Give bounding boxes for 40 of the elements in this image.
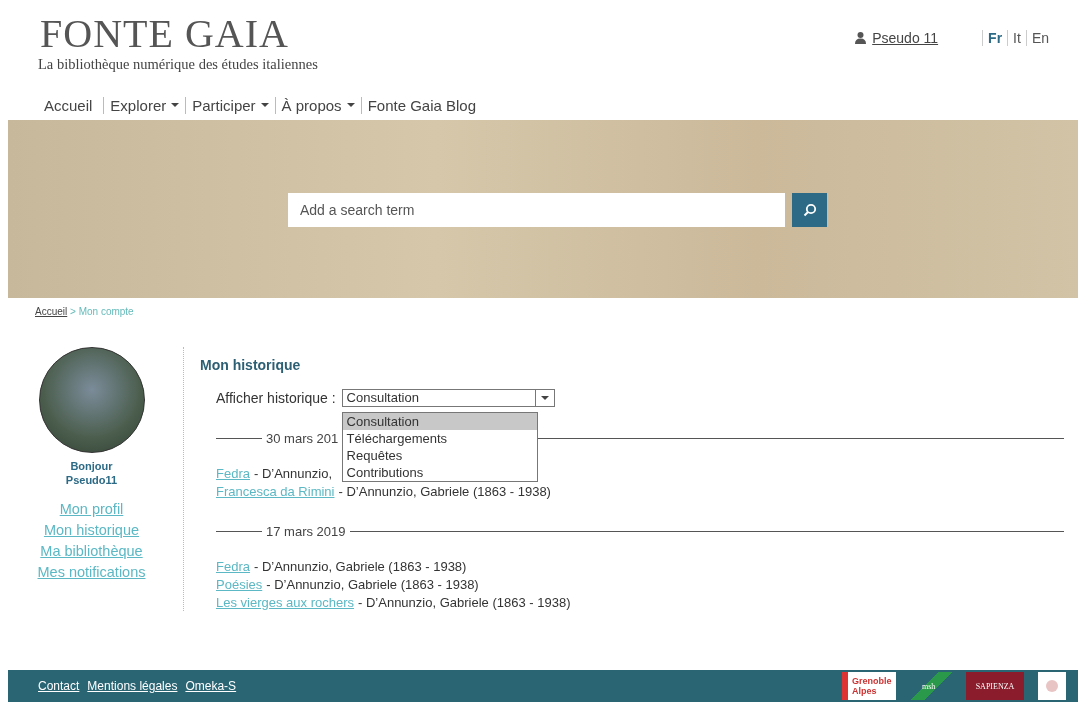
- msh-logo[interactable]: msh: [910, 672, 952, 700]
- university-logo[interactable]: SAPIENZA: [966, 672, 1024, 700]
- language-link[interactable]: Fr: [982, 30, 1008, 46]
- nav-item[interactable]: Participer: [185, 96, 275, 114]
- dropdown-option[interactable]: Requêtes: [342, 447, 537, 464]
- section-title: Mon historique: [200, 356, 302, 373]
- dropdown-option[interactable]: Consultation: [342, 413, 537, 430]
- greeting-text: Bonjour Pseudo11: [65, 459, 118, 487]
- filter-label: Afficher historique :: [216, 390, 336, 406]
- date-heading: 30 mars 201: [266, 431, 339, 446]
- author-text: - D’Annunzio, Gabriele (1863 - 1938): [338, 484, 551, 500]
- footer-link[interactable]: Omeka-S: [185, 679, 237, 693]
- footer-link[interactable]: Mentions légales: [87, 679, 178, 693]
- university-logo[interactable]: Grenoble Alpes: [842, 672, 896, 700]
- user-icon: [855, 32, 867, 44]
- author-text: - D’Annunzio,: [253, 466, 332, 482]
- nav-item[interactable]: Explorer: [103, 96, 186, 114]
- caret-icon: [540, 396, 549, 400]
- footer-link[interactable]: Contact: [38, 679, 80, 693]
- search-icon: [802, 203, 817, 217]
- author-text: - D’Annunzio, Gabriele (1863 - 1938): [253, 559, 467, 575]
- breadcrumb-link[interactable]: Accueil: [35, 306, 68, 317]
- dropdown-option[interactable]: Téléchargements: [342, 430, 537, 447]
- site-tagline: La bibliothèque numérique des études italiennes: [38, 56, 318, 73]
- user-link[interactable]: Pseudo 11: [872, 30, 939, 46]
- history-select[interactable]: Consultation: [341, 389, 555, 407]
- search-field[interactable]: Add a search term: [288, 193, 785, 227]
- language-link[interactable]: It: [1007, 30, 1026, 46]
- author-text: - D’Annunzio, Gabriele (1863 - 1938): [266, 577, 479, 593]
- nav-item[interactable]: Fonte Gaia Blog: [360, 96, 483, 114]
- language-link[interactable]: En: [1025, 30, 1054, 46]
- dropdown-option[interactable]: Contributions: [342, 464, 537, 481]
- nav-item[interactable]: À propos: [274, 96, 361, 114]
- site-logo[interactable]: FONTE GAIA: [40, 14, 318, 54]
- nav-item[interactable]: Accueil: [44, 96, 99, 114]
- breadcrumb-separator: >: [70, 306, 76, 317]
- date-heading: 17 mars 2019: [266, 524, 346, 539]
- search-button[interactable]: [792, 193, 827, 227]
- breadcrumb-current: Mon compte: [78, 306, 134, 317]
- author-text: - D’Annunzio, Gabriele (1863 - 1938): [358, 595, 571, 611]
